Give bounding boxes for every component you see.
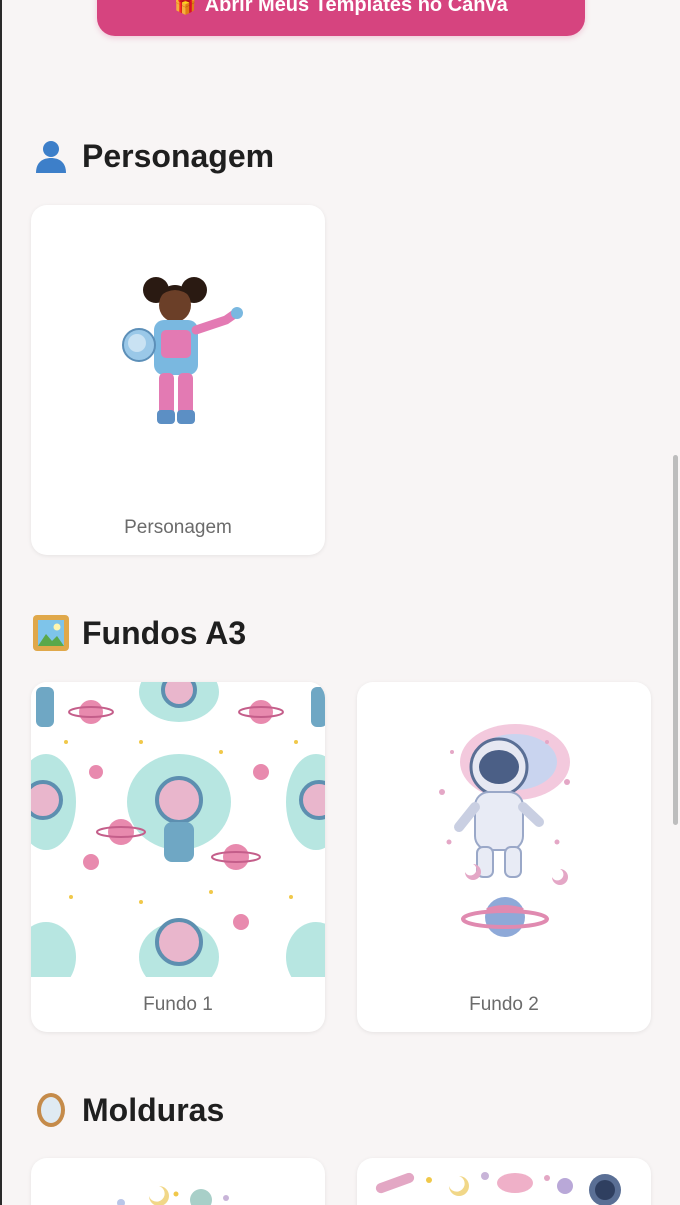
card-personagem[interactable]: Personagem [31,205,325,555]
oval-mirror-icon [32,1091,70,1129]
section-title-text: Molduras [82,1091,225,1128]
astronaut-girl-image [122,277,243,424]
card-fundo-1[interactable]: Fundo 1 [31,682,325,1032]
card-moldura-1[interactable] [31,1158,325,1205]
rocket-stars-frame-image [375,1172,621,1205]
astronaut-pattern-image [31,682,325,977]
scrollbar-track[interactable] [672,0,680,1205]
card-label: Personagem [124,517,232,538]
astronaut-planet-image [439,724,570,937]
cta-label: Abrir Meus Templates no Canva [204,0,508,16]
card-label: Fundo 2 [469,994,539,1015]
section-title-personagem: Personagem [32,137,274,175]
card-moldura-2[interactable] [357,1158,651,1205]
framed-picture-icon [32,614,70,652]
moon-planet-frame-image [117,1186,229,1205]
gift-icon: 🎁 [174,0,197,15]
section-title-text: Personagem [82,137,275,174]
scrollbar-thumb[interactable] [673,455,678,825]
section-title-fundos: Fundos A3 [32,614,246,652]
card-fundo-2[interactable]: Fundo 2 [357,682,651,1032]
card-label: Fundo 1 [143,994,213,1015]
section-title-text: Fundos A3 [82,614,247,651]
open-canva-templates-button[interactable]: 🎁 Abrir Meus Templates no Canva [97,0,585,36]
left-edge [0,0,2,1205]
person-icon [32,137,70,175]
section-title-molduras: Molduras [32,1091,224,1129]
